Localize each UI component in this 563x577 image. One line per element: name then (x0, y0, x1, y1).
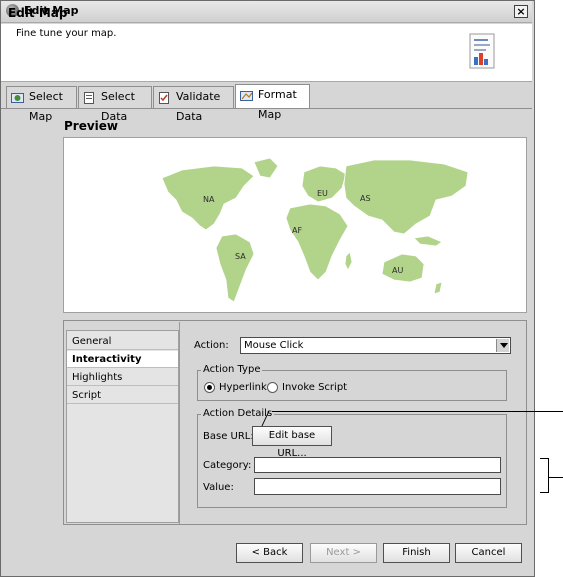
hyperlink-radio[interactable] (204, 382, 215, 393)
tab-format-map[interactable]: Format Map (235, 84, 310, 121)
world-map (161, 157, 469, 303)
close-icon[interactable]: × (514, 5, 528, 18)
tab-validate-data[interactable]: Validate Data (153, 86, 234, 123)
greenland-shape (253, 157, 279, 179)
continent-label-as: AS (360, 194, 371, 203)
select-map-icon (11, 91, 25, 103)
action-select[interactable]: Mouse Click (240, 337, 511, 354)
edit-base-url-button[interactable]: Edit base URL... (252, 426, 332, 459)
map-preview: NA EU AS AF SA AU (63, 137, 527, 313)
invoke-script-radio[interactable] (267, 382, 278, 393)
category-field[interactable] (254, 457, 501, 473)
preview-label: Preview (64, 119, 119, 133)
madagascar-shape (344, 251, 353, 271)
south-america-shape (215, 233, 255, 303)
tab-divider (1, 108, 532, 109)
continent-label-na: NA (203, 195, 215, 204)
next-button[interactable]: Next > (310, 543, 377, 563)
callout-bracket-side (548, 458, 549, 493)
indonesia-shape (413, 235, 443, 247)
continent-label-au: AU (392, 266, 404, 275)
back-button[interactable]: < Back (236, 543, 303, 563)
format-map-icon (240, 89, 254, 101)
finish-button[interactable]: Finish (383, 543, 450, 563)
header-title: Edit Map (8, 6, 68, 20)
action-label: Action: (194, 340, 229, 351)
tab-select-data[interactable]: Select Data (78, 86, 152, 123)
category-interactivity[interactable]: Interactivity (67, 351, 178, 368)
category-general[interactable]: General (67, 333, 178, 350)
continent-label-eu: EU (317, 189, 328, 198)
new-zealand-shape (433, 281, 443, 295)
callout-line-fields (548, 477, 563, 478)
callout-line-base-url (272, 411, 563, 412)
invoke-script-radio-label[interactable]: Invoke Script (282, 382, 347, 393)
base-url-label: Base URL: (203, 431, 254, 442)
value-label: Value: (203, 482, 234, 493)
category-highlights[interactable]: Highlights (67, 369, 178, 386)
wizard-chart-icon (468, 33, 498, 71)
validate-data-icon (158, 91, 172, 104)
callout-bracket-bottom (540, 492, 549, 493)
tab-select-map[interactable]: Select Map (6, 86, 77, 123)
cancel-button[interactable]: Cancel (455, 543, 522, 563)
value-field[interactable] (254, 478, 501, 495)
chevron-down-icon[interactable] (496, 339, 509, 352)
header-subtitle: Fine tune your map. (16, 28, 117, 39)
category-script[interactable]: Script (67, 387, 178, 404)
africa-shape (285, 203, 349, 281)
continent-label-sa: SA (235, 252, 246, 261)
action-details-title: Action Details (201, 408, 275, 419)
hyperlink-radio-label[interactable]: Hyperlink (219, 382, 267, 393)
action-type-title: Action Type (201, 364, 263, 375)
settings-category-list: General Interactivity Highlights Script (66, 330, 179, 523)
panel-divider (179, 322, 180, 524)
select-data-icon (83, 91, 97, 104)
title-bar (1, 1, 532, 23)
category-label: Category: (203, 460, 252, 471)
continent-label-af: AF (292, 226, 303, 235)
